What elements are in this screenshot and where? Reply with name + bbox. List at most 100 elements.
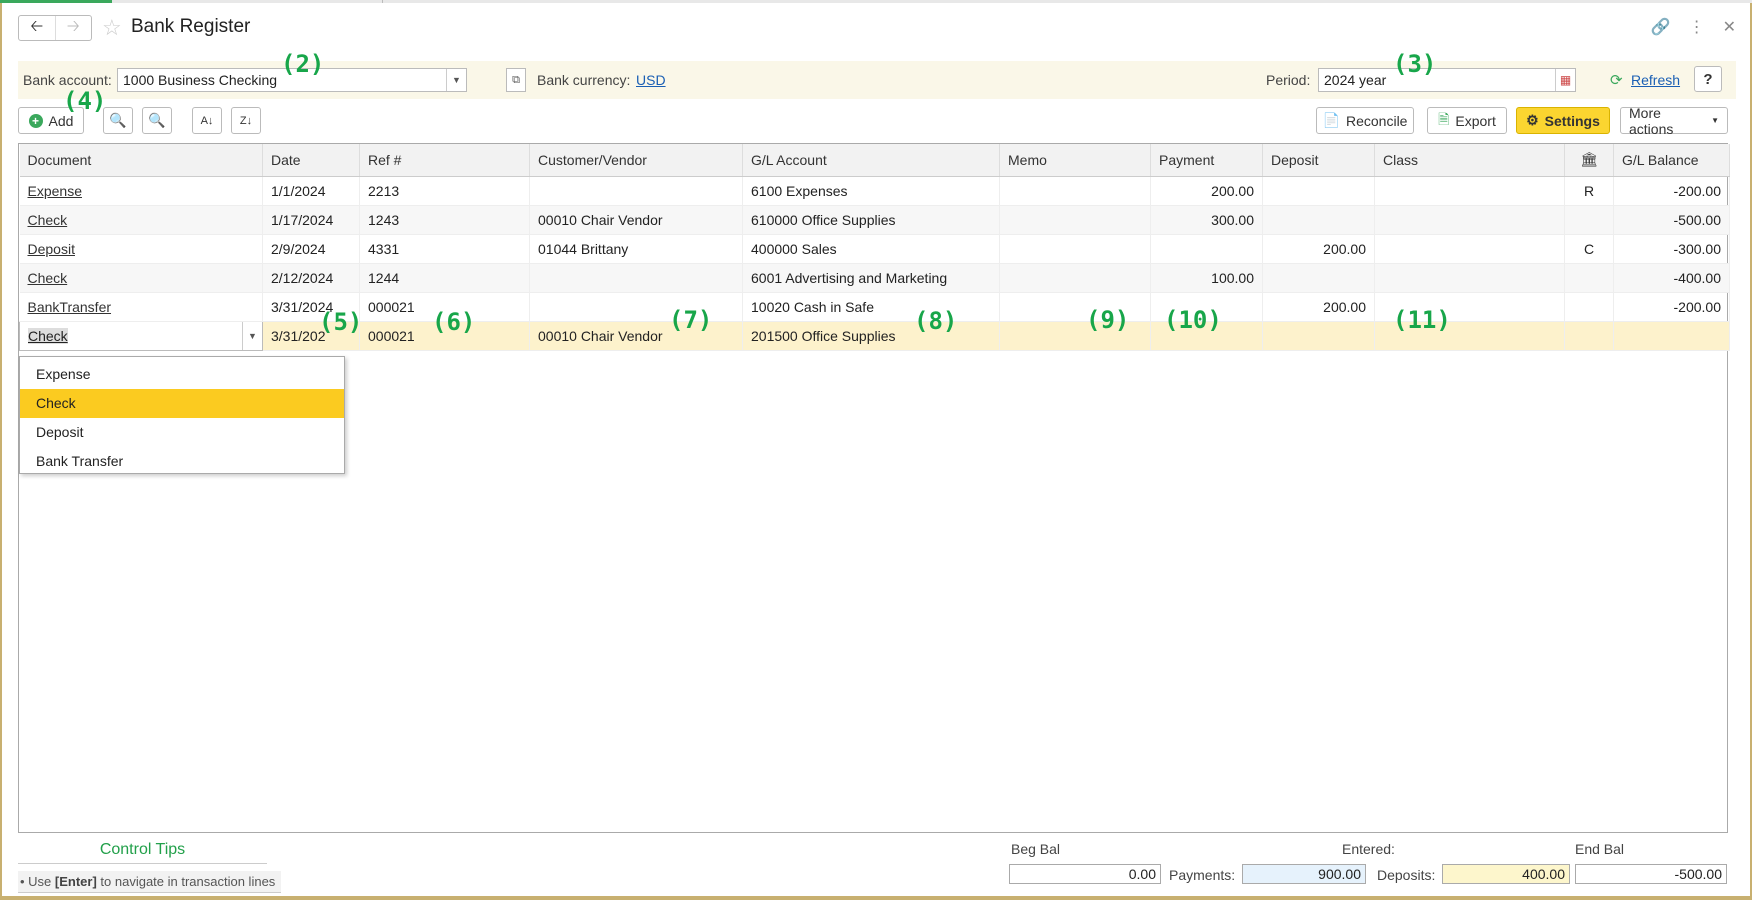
arrow-right-icon[interactable]: 🡢: [56, 16, 92, 40]
beg-bal-value: 0.00: [1009, 864, 1161, 884]
filter-bar: Bank account: 1000 Business Checking ▼ ⧉…: [18, 61, 1736, 99]
table-row[interactable]: Check 1/17/2024 1243 00010 Chair Vendor …: [19, 205, 1730, 235]
col-class[interactable]: Class: [1374, 144, 1565, 177]
memo-cell: [999, 234, 1151, 264]
star-icon[interactable]: ☆: [102, 15, 122, 41]
document-link[interactable]: Check: [28, 270, 68, 286]
title-bar: 🡠 🡢 ☆ Bank Register 🔗 ⋮ ✕: [16, 13, 1736, 43]
status-cell: [1564, 263, 1614, 293]
document-link[interactable]: Expense: [28, 183, 82, 199]
status-cell: C: [1564, 234, 1614, 264]
table-row[interactable]: Expense 1/1/2024 2213 6100 Expenses 200.…: [19, 176, 1730, 206]
annotation-8: (8): [914, 307, 958, 335]
more-actions-button[interactable]: More actions ▼: [1620, 105, 1728, 137]
chevron-down-icon: ▼: [1711, 116, 1719, 125]
col-gl-account[interactable]: G/L Account: [742, 144, 1000, 177]
settings-button[interactable]: ⚙ Settings: [1516, 107, 1610, 134]
close-icon[interactable]: ✕: [1723, 17, 1736, 37]
deposit-cell: 200.00: [1262, 292, 1375, 322]
annotation-3: (3): [1393, 50, 1437, 78]
table-row[interactable]: Deposit 2/9/2024 4331 01044 Brittany 400…: [19, 234, 1730, 264]
register-grid: Document Date Ref # Customer/Vendor G/L …: [18, 143, 1730, 833]
tips-prefix: • Use: [20, 874, 55, 889]
dropdown-option-deposit[interactable]: Deposit: [20, 418, 344, 447]
dropdown-option-bank-transfer[interactable]: Bank Transfer: [20, 447, 344, 476]
document-cell[interactable]: Deposit: [19, 234, 263, 264]
bank-currency-label: Bank currency:: [537, 72, 631, 88]
annotation-9: (9): [1086, 306, 1130, 334]
bank-currency-link[interactable]: USD: [636, 72, 666, 88]
link-icon[interactable]: 🔗: [1651, 17, 1671, 37]
page-title: Bank Register: [131, 16, 251, 37]
document-cell[interactable]: Check: [19, 263, 263, 293]
document-cell[interactable]: Check: [19, 205, 263, 235]
end-bal-label: End Bal: [1575, 841, 1625, 857]
plus-icon: +: [28, 113, 43, 128]
balance-cell: -300.00: [1613, 234, 1730, 264]
payment-cell: 200.00: [1150, 176, 1263, 206]
calendar-icon[interactable]: ▦: [1555, 69, 1575, 91]
period-label: Period:: [1266, 72, 1311, 88]
sort-descending-icon[interactable]: Z↓: [231, 107, 261, 134]
balance-cell: [1613, 321, 1730, 351]
refresh-icon[interactable]: ⟳: [1610, 71, 1623, 89]
export-icon: 🗎: [1438, 110, 1450, 127]
entered-label: Entered:: [1342, 841, 1395, 857]
refresh-link[interactable]: Refresh: [1631, 72, 1680, 88]
ref-cell: 1244: [359, 263, 530, 293]
col-document[interactable]: Document: [19, 144, 263, 177]
control-tips-title: Control Tips: [18, 841, 267, 864]
col-deposit[interactable]: Deposit: [1262, 144, 1375, 177]
status-cell: R: [1564, 176, 1614, 206]
document-link[interactable]: Check: [28, 212, 68, 228]
document-link[interactable]: Deposit: [28, 241, 75, 257]
arrow-left-icon[interactable]: 🡠: [19, 16, 56, 40]
dropdown-option-check[interactable]: Check: [20, 389, 344, 418]
toolbar: + Add 🔍 🔍 A↓ Z↓ 📄 Reconcile 🗎 Export ⚙ S…: [18, 105, 1736, 137]
col-date[interactable]: Date: [262, 144, 360, 177]
chevron-down-icon[interactable]: ▼: [446, 69, 466, 91]
deposit-cell[interactable]: [1262, 321, 1375, 351]
payments-value: 900.00: [1242, 864, 1366, 884]
col-memo[interactable]: Memo: [999, 144, 1151, 177]
annotation-6: (6): [432, 308, 476, 336]
col-ref[interactable]: Ref #: [359, 144, 530, 177]
ref-cell: 2213: [359, 176, 530, 206]
chevron-down-icon[interactable]: ▼: [242, 322, 262, 349]
payments-label: Payments:: [1169, 867, 1236, 883]
document-select[interactable]: Check ▼: [19, 320, 263, 351]
register-table: Document Date Ref # Customer/Vendor G/L …: [19, 144, 1730, 351]
period-field[interactable]: 2024 year ▦: [1318, 68, 1576, 92]
reconcile-button[interactable]: 📄 Reconcile: [1316, 107, 1414, 134]
export-label: Export: [1455, 112, 1496, 129]
table-row[interactable]: BankTransfer 3/31/2024 000021 10020 Cash…: [19, 292, 1730, 322]
col-customer-vendor[interactable]: Customer/Vendor: [529, 144, 743, 177]
export-button[interactable]: 🗎 Export: [1427, 107, 1507, 134]
account-cell: 6001 Advertising and Marketing: [742, 263, 1000, 293]
cancel-search-icon[interactable]: 🔍: [142, 107, 172, 134]
date-cell: 2/12/2024: [262, 263, 360, 293]
document-cell[interactable]: BankTransfer: [19, 292, 263, 322]
account-cell[interactable]: 201500 Office Supplies: [742, 321, 1000, 351]
table-row[interactable]: Check 2/12/2024 1244 6001 Advertising an…: [19, 263, 1730, 293]
balance-cell: -400.00: [1613, 263, 1730, 293]
payment-cell: 100.00: [1150, 263, 1263, 293]
col-payment[interactable]: Payment: [1150, 144, 1263, 177]
bank-register-window: 🡠 🡢 ☆ Bank Register 🔗 ⋮ ✕ Bank account: …: [0, 3, 1752, 900]
sort-ascending-icon[interactable]: A↓: [192, 107, 222, 134]
table-row-editing[interactable]: Check ▼ 3/31/202 000021 00010 Chair Vend…: [19, 320, 1730, 351]
open-account-icon[interactable]: ⧉: [506, 68, 526, 92]
col-gl-balance[interactable]: G/L Balance: [1613, 144, 1730, 177]
dropdown-option-expense[interactable]: Expense: [20, 360, 344, 389]
nav-buttons: 🡠 🡢: [18, 15, 92, 41]
col-status[interactable]: 🏛: [1564, 144, 1614, 177]
class-cell: [1374, 205, 1565, 235]
document-link[interactable]: BankTransfer: [28, 299, 112, 315]
more-vertical-icon[interactable]: ⋮: [1689, 17, 1705, 37]
bank-account-value: 1000 Business Checking: [123, 72, 278, 88]
date-cell: 1/17/2024: [262, 205, 360, 235]
document-cell[interactable]: Expense: [19, 176, 263, 206]
help-button[interactable]: ?: [1694, 66, 1722, 92]
find-icon[interactable]: 🔍: [103, 107, 133, 134]
customer-cell: [529, 176, 743, 206]
